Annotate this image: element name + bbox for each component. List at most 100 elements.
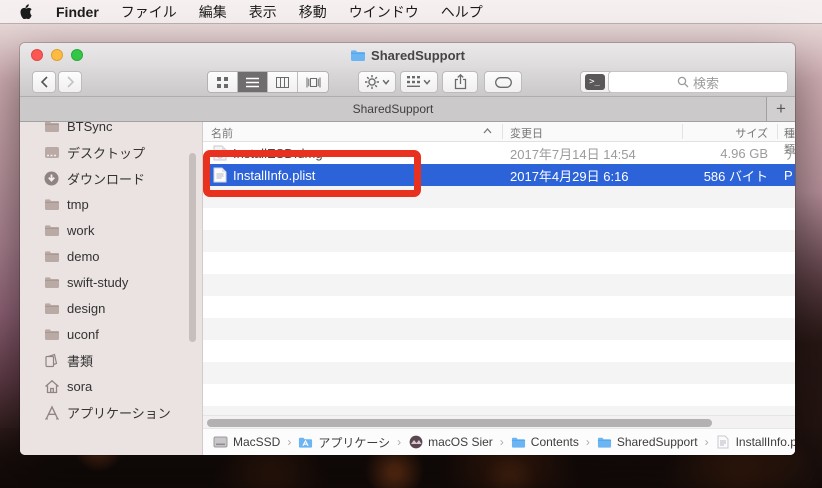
drive-icon	[213, 435, 228, 450]
menu-item-window[interactable]: ウインドウ	[338, 2, 430, 22]
menu-item-help[interactable]: ヘルプ	[430, 2, 494, 22]
chevron-left-icon	[40, 76, 48, 88]
group-by-icon	[407, 76, 420, 87]
menu-item-file[interactable]: ファイル	[110, 2, 188, 22]
share-button[interactable]	[442, 71, 478, 93]
minimize-button[interactable]	[51, 49, 63, 61]
new-tab-button[interactable]: +	[767, 97, 795, 121]
path-separator: ›	[585, 435, 590, 449]
menu-item-go[interactable]: 移動	[288, 2, 338, 22]
path-item-sharedsupport[interactable]: SharedSupport	[597, 435, 698, 450]
sidebar-scrollbar[interactable]	[189, 153, 196, 342]
path-item-applications[interactable]: アプリケーシ	[298, 434, 390, 451]
path-bar: MacSSD › アプリケーシ › macOS Sier › Contents …	[203, 428, 795, 455]
search-placeholder: 検索	[692, 75, 719, 91]
column-header-name[interactable]: 名前	[211, 125, 233, 141]
forward-button[interactable]	[58, 71, 82, 93]
list-view-icon	[246, 77, 259, 87]
tab-bar: SharedSupport +	[20, 97, 795, 122]
sidebar-item-label: tmp	[67, 196, 89, 212]
share-icon	[454, 74, 466, 90]
folder-icon	[351, 50, 366, 61]
grid-view-icon	[217, 76, 228, 88]
sidebar-item-applications[interactable]: アプリケーション	[20, 399, 202, 425]
menu-item-edit[interactable]: 編集	[188, 2, 238, 22]
sidebar-item-label: demo	[67, 248, 100, 264]
sidebar-item-demo[interactable]: demo	[20, 243, 202, 269]
icon-view-button[interactable]	[208, 72, 238, 92]
horizontal-scrollbar-track[interactable]	[203, 415, 795, 428]
close-button[interactable]	[31, 49, 43, 61]
sidebar-item-swift-study[interactable]: swift-study	[20, 269, 202, 295]
path-item-label: macOS Sier	[428, 435, 493, 449]
sidebar-item-label: swift-study	[67, 274, 129, 290]
folder-icon	[511, 435, 526, 450]
sort-ascending-icon	[483, 128, 492, 134]
folder-icon	[43, 248, 60, 265]
sidebar-item-uconf[interactable]: uconf	[20, 321, 202, 347]
toolbar: >_ 検索	[20, 68, 795, 97]
folder-icon	[43, 196, 60, 213]
folder-icon	[597, 435, 612, 450]
downloads-icon	[43, 170, 60, 187]
sidebar-item-btsync[interactable]: BTSync	[20, 122, 202, 139]
sidebar-item-label: uconf	[67, 326, 99, 342]
file-modified: 2017年7月14日 14:54	[510, 146, 636, 162]
apple-menu[interactable]	[0, 4, 45, 19]
path-item-macos-sierra[interactable]: macOS Sier	[408, 435, 493, 450]
tab-label: SharedSupport	[352, 102, 434, 116]
red-highlight-annotation	[203, 150, 421, 197]
folder-icon	[43, 326, 60, 343]
path-item-installinfo-plist[interactable]: InstallInfo.plist	[716, 435, 795, 450]
sidebar-item-downloads[interactable]: ダウンロード	[20, 165, 202, 191]
sidebar-item-work[interactable]: work	[20, 217, 202, 243]
column-header-size[interactable]: サイズ	[682, 125, 768, 141]
sidebar-item-label: work	[67, 222, 95, 238]
coverflow-view-button[interactable]	[298, 72, 328, 92]
finder-window: SharedSupport >_ 検索 SharedSupport + BTSy…	[20, 43, 795, 455]
sidebar-item-label: 書類	[67, 353, 94, 369]
column-divider[interactable]	[777, 124, 778, 139]
column-view-button[interactable]	[268, 72, 298, 92]
column-view-icon	[276, 76, 289, 88]
apple-icon	[20, 4, 32, 19]
desktop-icon	[43, 144, 60, 161]
path-separator: ›	[397, 435, 402, 449]
list-view-button[interactable]	[238, 72, 268, 92]
tag-icon	[494, 76, 512, 88]
horizontal-scrollbar-thumb[interactable]	[207, 418, 712, 427]
chevron-right-icon	[66, 76, 74, 88]
zoom-button[interactable]	[71, 49, 83, 61]
path-item-label: SharedSupport	[616, 435, 698, 449]
path-item-label: アプリケーシ	[318, 435, 391, 450]
plus-icon: +	[776, 99, 786, 118]
file-kind: P	[784, 167, 793, 183]
action-menu-button[interactable]	[358, 71, 396, 93]
path-item-label: MacSSD	[233, 435, 281, 449]
tags-button[interactable]	[484, 71, 522, 93]
menu-item-finder[interactable]: Finder	[45, 4, 110, 20]
column-header-modified[interactable]: 変更日	[510, 125, 543, 141]
back-button[interactable]	[32, 71, 56, 93]
path-item-contents[interactable]: Contents	[511, 435, 579, 450]
plist-file-icon	[716, 435, 731, 450]
path-item-label: InstallInfo.plist	[735, 435, 795, 449]
search-input[interactable]: 検索	[608, 71, 788, 93]
path-separator: ›	[704, 435, 709, 449]
sidebar-item-tmp[interactable]: tmp	[20, 191, 202, 217]
path-item-macssd[interactable]: MacSSD	[213, 435, 280, 450]
group-menu-button[interactable]	[400, 71, 438, 93]
sidebar-item-desktop[interactable]: デスクトップ	[20, 139, 202, 165]
tab-sharedsupport[interactable]: SharedSupport	[20, 97, 767, 121]
menu-bar: Finder ファイル 編集 表示 移動 ウインドウ ヘルプ	[0, 0, 822, 23]
sidebar-item-documents[interactable]: 書類	[20, 347, 202, 373]
title-bar[interactable]: SharedSupport	[20, 43, 795, 68]
menu-item-view[interactable]: 表示	[238, 2, 288, 22]
column-divider[interactable]	[502, 124, 503, 139]
sidebar-item-home[interactable]: sora	[20, 373, 202, 399]
chevron-down-icon	[382, 79, 389, 85]
sidebar: BTSync デスクトップ ダウンロード tmp work demo swift…	[20, 122, 203, 455]
folder-icon	[43, 300, 60, 317]
path-separator: ›	[499, 435, 504, 449]
sidebar-item-design[interactable]: design	[20, 295, 202, 321]
